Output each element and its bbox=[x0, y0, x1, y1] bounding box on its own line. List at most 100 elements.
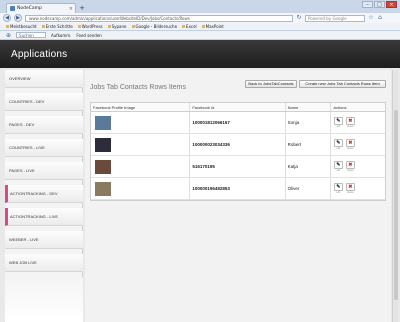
column-header[interactable]: Facebook Profile Image bbox=[91, 103, 191, 111]
app-root: Applications OVERVIEW COUNTRIES - DEV PA… bbox=[0, 40, 400, 322]
bookmark-item[interactable]: Meistbesucht bbox=[6, 24, 37, 29]
bookmark-icon bbox=[201, 25, 205, 28]
bookmark-item[interactable]: WordPress bbox=[77, 24, 103, 29]
bookmark-icon bbox=[41, 25, 45, 28]
star-icon[interactable]: ☆ bbox=[368, 15, 374, 21]
addon-search-input[interactable]: Suchen bbox=[16, 32, 47, 38]
bookmark-item[interactable]: Google - Bildersuche bbox=[131, 24, 177, 29]
sidebar-item-label: WEEBER - LIVE bbox=[9, 237, 39, 242]
actions-cell: ✎ edit ✖ delete bbox=[331, 156, 385, 177]
bookmark-icon bbox=[182, 25, 186, 28]
sidebar-item-actiontracking-dev[interactable]: ACTIONTRACKING - DEV bbox=[5, 185, 83, 203]
main-content: Jobs Tab Contacts Rows Items Back to Job… bbox=[85, 70, 391, 322]
addon-toolbar: ⊕ Suchen Aufkomm. Feed senden bbox=[0, 31, 400, 40]
scrollbar-thumb[interactable] bbox=[394, 110, 398, 300]
new-tab-button[interactable]: + bbox=[78, 4, 86, 12]
browser-navbar: ◀ ▶ www.nodecamp.com/admin/applications/… bbox=[0, 13, 400, 23]
column-header[interactable]: Facebook Id bbox=[190, 103, 286, 111]
profile-thumbnail bbox=[95, 137, 111, 152]
bookmark-icon bbox=[131, 25, 135, 28]
pencil-icon: ✎ bbox=[333, 182, 343, 191]
sidebar-item-overview[interactable]: OVERVIEW bbox=[5, 70, 83, 88]
reload-icon[interactable]: ↻ bbox=[296, 15, 302, 21]
facebook-id-cell: 516170195 bbox=[190, 156, 286, 177]
column-header[interactable]: Name bbox=[286, 103, 332, 111]
maximize-button[interactable]: □ bbox=[374, 1, 385, 8]
delete-button[interactable]: ✖ delete bbox=[345, 138, 355, 151]
profile-image-cell bbox=[91, 156, 191, 177]
sidebar-item-label: PAGES - LIVE bbox=[9, 168, 35, 173]
sidebar-item-label: WEB JOB LIVE bbox=[9, 260, 37, 265]
facebook-id-cell: 100000196482853 bbox=[190, 178, 286, 199]
pencil-icon: ✎ bbox=[333, 138, 343, 147]
sidebar-item-weeber-live[interactable]: WEEBER - LIVE bbox=[5, 231, 83, 249]
url-bar[interactable]: www.nodecamp.com/admin/applications/user… bbox=[25, 14, 293, 22]
forward-arrow-icon[interactable]: ▶ bbox=[14, 14, 22, 22]
bookmark-item[interactable]: Sypane bbox=[107, 24, 127, 29]
edit-button[interactable]: ✎ edit bbox=[333, 160, 343, 173]
sidebar-item-pages-dev[interactable]: PAGES - DEV bbox=[5, 116, 83, 134]
browser-tab[interactable]: NodeCamp × bbox=[6, 3, 76, 13]
favicon-icon bbox=[10, 6, 15, 11]
minimize-button[interactable]: – bbox=[362, 1, 373, 8]
back-button[interactable]: Back to JobsTabContacts bbox=[245, 80, 297, 88]
sidebar-item-label: ACTIONTRACKING - LIVE bbox=[10, 214, 59, 219]
create-button[interactable]: Create new Jobs Tab Contacts Rows Item bbox=[299, 80, 386, 88]
column-header: Actions bbox=[333, 104, 347, 110]
sidebar-item-label: COUNTRIES - DEV bbox=[9, 99, 45, 104]
search-input[interactable]: Powered by Google bbox=[305, 14, 365, 22]
tab-close-icon[interactable]: × bbox=[69, 6, 75, 12]
name-cell: Katja bbox=[286, 156, 332, 177]
sidebar-item-pages-live[interactable]: PAGES - LIVE bbox=[5, 162, 83, 180]
data-table: Facebook Profile Image Facebook Id Name … bbox=[90, 102, 386, 201]
sidebar-item-actiontracking-live[interactable]: ACTIONTRACKING - LIVE bbox=[5, 208, 83, 226]
delete-button[interactable]: ✖ delete bbox=[345, 160, 355, 173]
table-row: 100000196482853 Oliver ✎ edit ✖ delete bbox=[91, 178, 385, 200]
actions-cell: ✎ edit ✖ delete bbox=[331, 178, 385, 199]
sidebar-item-countries-live[interactable]: COUNTRIES - LIVE bbox=[5, 139, 83, 157]
profile-thumbnail bbox=[95, 115, 111, 130]
actions-cell: ✎ edit ✖ delete bbox=[331, 112, 385, 133]
bookmark-icon bbox=[6, 25, 9, 28]
delete-button[interactable]: ✖ delete bbox=[345, 116, 355, 129]
close-window-button[interactable]: × bbox=[386, 1, 397, 8]
addon-item[interactable]: Feed senden bbox=[76, 33, 101, 38]
bookmark-item[interactable]: MaxPoint bbox=[201, 24, 224, 29]
sidebar-background bbox=[5, 277, 83, 322]
facebook-id-cell: 100000023034336 bbox=[190, 134, 286, 155]
addon-item[interactable]: Aufkomm. bbox=[51, 33, 71, 38]
profile-thumbnail bbox=[95, 181, 111, 196]
edit-button[interactable]: ✎ edit bbox=[333, 138, 343, 151]
bookmarks-bar: Meistbesucht Erste Schritte WordPress Sy… bbox=[0, 23, 400, 31]
back-arrow-icon[interactable]: ◀ bbox=[3, 14, 11, 22]
profile-thumbnail bbox=[95, 159, 111, 174]
edit-label: edit bbox=[336, 190, 341, 194]
sidebar-item-label: COUNTRIES - LIVE bbox=[9, 145, 45, 150]
bookmark-item[interactable]: Excel bbox=[182, 24, 197, 29]
sidebar-item-label: ACTIONTRACKING - DEV bbox=[10, 191, 58, 196]
bookmark-item[interactable]: Erste Schritte bbox=[41, 24, 73, 29]
window-controls: – □ × bbox=[362, 1, 397, 8]
table-row: 516170195 Katja ✎ edit ✖ delete bbox=[91, 156, 385, 178]
sidebar-item-label: PAGES - DEV bbox=[9, 122, 35, 127]
home-icon[interactable]: ⌂ bbox=[377, 15, 383, 21]
table-row: 100001812066167 Sonja ✎ edit ✖ delete bbox=[91, 112, 385, 134]
actions-cell: ✎ edit ✖ delete bbox=[331, 134, 385, 155]
sidebar-item-web-job-live[interactable]: WEB JOB LIVE bbox=[5, 254, 83, 272]
delete-label: delete bbox=[346, 190, 354, 194]
profile-image-cell bbox=[91, 178, 191, 199]
scrollbar[interactable] bbox=[392, 70, 398, 322]
bookmark-icon bbox=[77, 25, 81, 28]
app-title: Applications bbox=[11, 49, 68, 60]
delete-button[interactable]: ✖ delete bbox=[345, 182, 355, 195]
edit-button[interactable]: ✎ edit bbox=[333, 182, 343, 195]
name-cell: Sonja bbox=[286, 112, 332, 133]
sidebar-item-countries-dev[interactable]: COUNTRIES - DEV bbox=[5, 93, 83, 111]
addon-logo-icon: ⊕ bbox=[6, 31, 12, 39]
tab-title: NodeCamp bbox=[17, 6, 42, 11]
table-row: 100000023034336 Robert ✎ edit ✖ delete bbox=[91, 134, 385, 156]
name-cell: Robert bbox=[286, 134, 332, 155]
delete-label: delete bbox=[346, 168, 354, 172]
edit-button[interactable]: ✎ edit bbox=[333, 116, 343, 129]
table-header: Facebook Profile Image Facebook Id Name … bbox=[91, 103, 385, 112]
